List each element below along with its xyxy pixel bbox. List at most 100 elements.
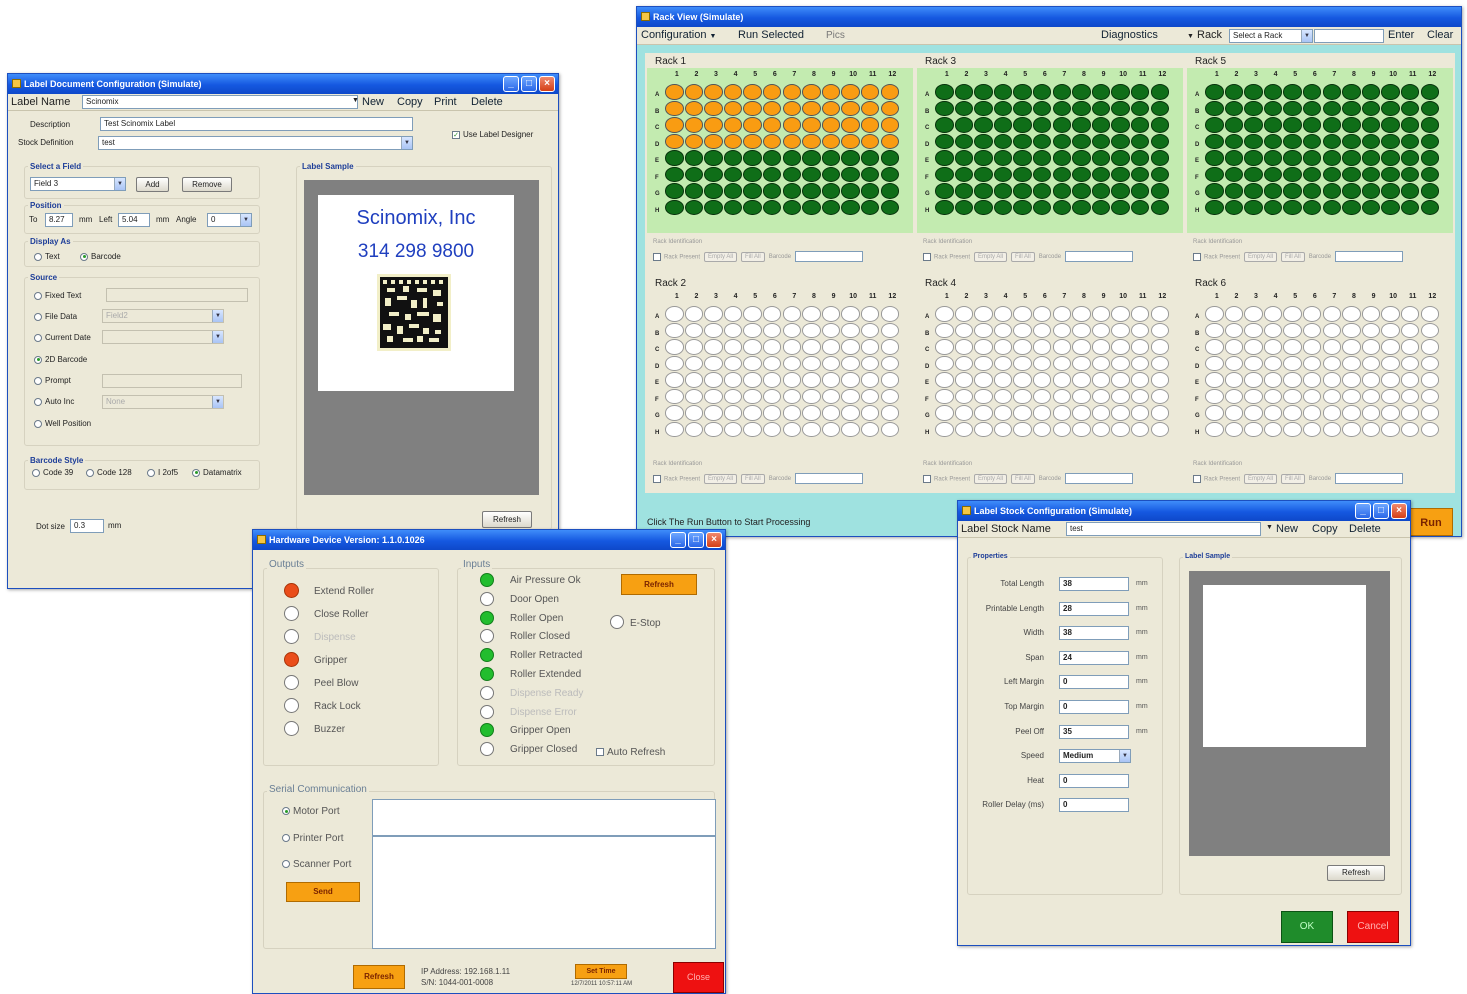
clear-menu[interactable]: Clear: [1427, 29, 1453, 41]
well[interactable]: [1205, 150, 1224, 166]
well[interactable]: [1381, 84, 1400, 100]
output-indicator[interactable]: [284, 629, 299, 644]
well[interactable]: [1420, 405, 1440, 421]
barcode-code39-radio[interactable]: Code 39: [32, 468, 73, 477]
stock-field-input[interactable]: 0: [1059, 700, 1129, 714]
well[interactable]: [1205, 117, 1224, 133]
well[interactable]: [802, 339, 821, 355]
well[interactable]: [1052, 405, 1072, 421]
well[interactable]: [1322, 117, 1342, 133]
well[interactable]: [1361, 166, 1381, 182]
well[interactable]: [841, 421, 860, 437]
well[interactable]: [704, 405, 723, 421]
well[interactable]: [684, 199, 704, 215]
well[interactable]: [782, 133, 802, 149]
well[interactable]: [1052, 150, 1072, 166]
well[interactable]: [743, 100, 762, 116]
well[interactable]: [1091, 322, 1111, 338]
well[interactable]: [993, 421, 1013, 437]
well[interactable]: [1013, 372, 1032, 388]
well[interactable]: [743, 421, 762, 437]
well[interactable]: [1130, 421, 1150, 437]
well[interactable]: [993, 84, 1013, 100]
add-field-button[interactable]: Add: [136, 177, 169, 192]
well[interactable]: [1381, 355, 1400, 371]
well[interactable]: [1302, 372, 1322, 388]
well[interactable]: [954, 166, 974, 182]
source-well-position-radio[interactable]: Well Position: [34, 419, 91, 428]
well[interactable]: [841, 388, 860, 404]
minimize-icon[interactable]: _: [1355, 503, 1371, 519]
well[interactable]: [821, 150, 841, 166]
well[interactable]: [1283, 355, 1302, 371]
well[interactable]: [1381, 150, 1400, 166]
run-selected-menu[interactable]: Run Selected: [738, 29, 804, 41]
motor-port-radio[interactable]: Motor Port: [282, 806, 340, 817]
well[interactable]: [1052, 166, 1072, 182]
well[interactable]: [1224, 306, 1244, 322]
well[interactable]: [782, 339, 802, 355]
well[interactable]: [665, 133, 684, 149]
fill-all-button[interactable]: Fill All: [1281, 473, 1305, 484]
rack-present-checkbox[interactable]: Rack Present: [1193, 474, 1240, 483]
well[interactable]: [954, 355, 974, 371]
well[interactable]: [1052, 355, 1072, 371]
well[interactable]: [802, 183, 821, 199]
well[interactable]: [762, 84, 782, 100]
well[interactable]: [1052, 183, 1072, 199]
well[interactable]: [821, 306, 841, 322]
well[interactable]: [841, 150, 860, 166]
well[interactable]: [723, 117, 743, 133]
well[interactable]: [821, 166, 841, 182]
well[interactable]: [1013, 405, 1032, 421]
well[interactable]: [1322, 405, 1342, 421]
well[interactable]: [1111, 355, 1130, 371]
well[interactable]: [1400, 183, 1420, 199]
well[interactable]: [782, 150, 802, 166]
well[interactable]: [1420, 117, 1440, 133]
well[interactable]: [704, 388, 723, 404]
well[interactable]: [880, 306, 900, 322]
well[interactable]: [841, 166, 860, 182]
well[interactable]: [1150, 133, 1170, 149]
well[interactable]: [1224, 355, 1244, 371]
well[interactable]: [704, 183, 723, 199]
well[interactable]: [1091, 100, 1111, 116]
source-file-data-radio[interactable]: File Data: [34, 312, 77, 321]
well[interactable]: [1150, 306, 1170, 322]
well[interactable]: [880, 100, 900, 116]
well[interactable]: [954, 133, 974, 149]
well[interactable]: [665, 100, 684, 116]
well[interactable]: [974, 306, 993, 322]
well[interactable]: [1052, 388, 1072, 404]
well[interactable]: [782, 199, 802, 215]
rack-panel[interactable]: Rack 3 1 2 3 4 5 6 7 8 9 10 11 12 A B C D E F G H Rack Identi…: [917, 55, 1183, 271]
well[interactable]: [743, 133, 762, 149]
well[interactable]: [821, 100, 841, 116]
well[interactable]: [974, 166, 993, 182]
well[interactable]: [821, 339, 841, 355]
well[interactable]: [1091, 84, 1111, 100]
well[interactable]: [935, 100, 954, 116]
well[interactable]: [1091, 306, 1111, 322]
well[interactable]: [1322, 421, 1342, 437]
well[interactable]: [762, 199, 782, 215]
rack-view-titlebar[interactable]: Rack View (Simulate): [637, 7, 1461, 27]
well[interactable]: [1072, 166, 1091, 182]
well[interactable]: [1302, 166, 1322, 182]
well[interactable]: [1322, 84, 1342, 100]
well[interactable]: [1130, 84, 1150, 100]
well[interactable]: [954, 322, 974, 338]
well[interactable]: [1072, 388, 1091, 404]
well[interactable]: [993, 166, 1013, 182]
serial-send-input[interactable]: [372, 799, 716, 836]
description-input[interactable]: Test Scinomix Label: [100, 117, 413, 131]
stock-field-input[interactable]: 0: [1059, 675, 1129, 690]
rack-present-checkbox[interactable]: Rack Present: [1193, 252, 1240, 261]
well[interactable]: [1302, 183, 1322, 199]
well[interactable]: [1263, 183, 1283, 199]
well[interactable]: [935, 150, 954, 166]
well[interactable]: [1361, 405, 1381, 421]
well[interactable]: [1342, 150, 1361, 166]
well[interactable]: [1244, 133, 1263, 149]
